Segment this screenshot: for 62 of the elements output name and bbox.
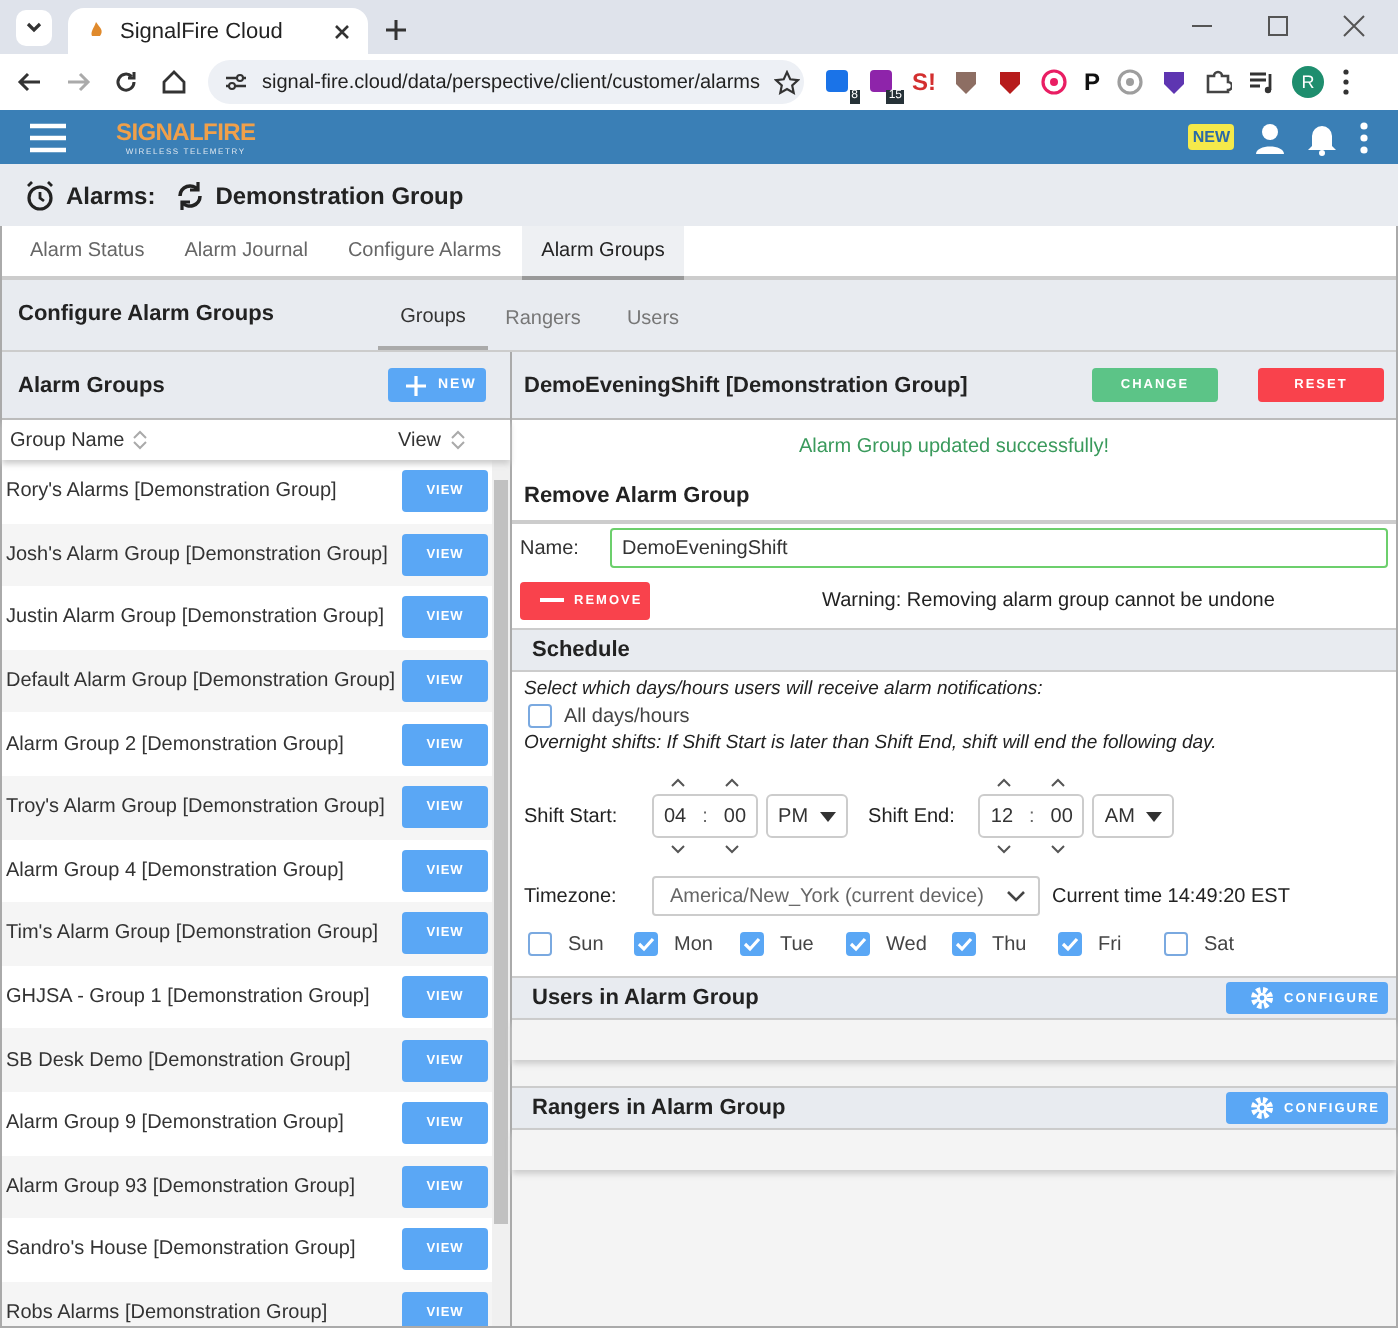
address-bar[interactable]: signal-fire.cloud/data/perspective/client/customer/alarms	[208, 60, 804, 104]
profile-avatar[interactable]: R	[1292, 66, 1325, 98]
extension-icon[interactable]: S!	[912, 68, 936, 96]
checkbox-label: Thu	[992, 933, 1027, 955]
success-message: Alarm Group updated successfully!	[512, 420, 1396, 472]
table-cell-text: Alarm Group 9 [Demonstration Group]	[4, 1112, 344, 1135]
browser-tab[interactable]: SignalFire Cloud	[68, 8, 368, 54]
tab[interactable]: Rangers	[488, 280, 598, 350]
logo-text: SIGNALFIRE	[116, 119, 256, 145]
ampm-dropdown[interactable]: PM	[766, 794, 849, 838]
checkbox-label: Sun	[568, 933, 604, 955]
table-cell-text: Justin Alarm Group [Demonstration Group]	[4, 606, 384, 629]
table-cell-text: Tim's Alarm Group [Demonstration Group]	[4, 922, 379, 945]
instruction-text: Select which days/hours users will receive alarm notifications:	[524, 676, 1045, 702]
timezone-dropdown[interactable]: America/New_York (current device)	[652, 876, 1040, 916]
page-title: Alarms:	[66, 181, 156, 209]
checkbox-label: Fri	[1098, 933, 1122, 955]
name-field[interactable]: DemoEveningShift	[610, 528, 1388, 568]
ampm-dropdown[interactable]: AM	[1092, 794, 1175, 838]
extension-icon[interactable]: P	[1084, 68, 1101, 96]
checkbox-label: Mon	[674, 933, 713, 955]
table-cell-text: Robs Alarms [Demonstration Group]	[4, 1302, 328, 1325]
tab[interactable]: Alarm Groups	[521, 226, 685, 280]
checkbox-label: All days/hours	[564, 705, 690, 727]
table-cell-text: Troy's Alarm Group [Demonstration Group]	[4, 796, 385, 819]
new-badge[interactable]: NEW	[1188, 124, 1234, 150]
table-cell-text: Josh's Alarm Group [Demonstration Group]	[4, 543, 388, 566]
section-title: Schedule	[532, 638, 630, 662]
table-cell-text: Sandro's House [Demonstration Group]	[4, 1238, 356, 1261]
table-cell-text: Alarm Group 93 [Demonstration Group]	[4, 1175, 356, 1198]
group-title: DemoEveningShift [Demonstration Group]	[524, 373, 968, 397]
time-field[interactable]: 04 : 00	[652, 794, 759, 838]
column-header[interactable]: View	[390, 429, 465, 451]
table-cell-text: GHJSA - Group 1 [Demonstration Group]	[4, 986, 370, 1009]
group-name: Demonstration Group	[215, 181, 464, 209]
checkbox-label: Tue	[780, 933, 814, 955]
section-title: Configure Alarm Groups	[16, 300, 276, 330]
panel-title: Alarm Groups	[18, 373, 167, 397]
tab[interactable]: Users	[598, 280, 708, 350]
tab-title: SignalFire Cloud	[120, 19, 285, 43]
field-label: Name:	[520, 537, 581, 559]
time-field[interactable]: 12 : 00	[978, 794, 1085, 838]
field-label: Shift End:	[868, 805, 955, 827]
table-cell-text: Default Alarm Group [Demonstration Group]	[4, 670, 396, 693]
current-time: Current time 14:49:20 EST	[1052, 885, 1290, 907]
field-label: Timezone:	[524, 885, 619, 907]
checkbox-label: Sat	[1204, 933, 1235, 955]
note-text: Overnight shifts: If Shift Start is later than Shift End, shift will end the following day.	[524, 730, 1219, 756]
tab[interactable]: Alarm Journal	[164, 226, 328, 276]
section-title: Rangers in Alarm Group	[532, 1096, 786, 1120]
warning-text: Warning: Removing alarm group cannot be undone	[822, 589, 1275, 611]
column-header[interactable]: Group Name	[2, 429, 390, 451]
table-cell-text: Rory's Alarms [Demonstration Group]	[4, 480, 337, 503]
table-cell-text: SB Desk Demo [Demonstration Group]	[4, 1049, 351, 1072]
section-title: Remove Alarm Group	[512, 472, 1396, 524]
checkbox-label: Wed	[886, 933, 927, 955]
table-cell-text: Alarm Group 4 [Demonstration Group]	[4, 859, 344, 882]
tab[interactable]: Alarm Status	[10, 226, 165, 276]
table-cell-text: Alarm Group 2 [Demonstration Group]	[4, 733, 344, 756]
field-label: Shift Start:	[524, 805, 620, 827]
tab[interactable]: Configure Alarms	[327, 226, 522, 276]
section-title: Users in Alarm Group	[532, 986, 759, 1010]
